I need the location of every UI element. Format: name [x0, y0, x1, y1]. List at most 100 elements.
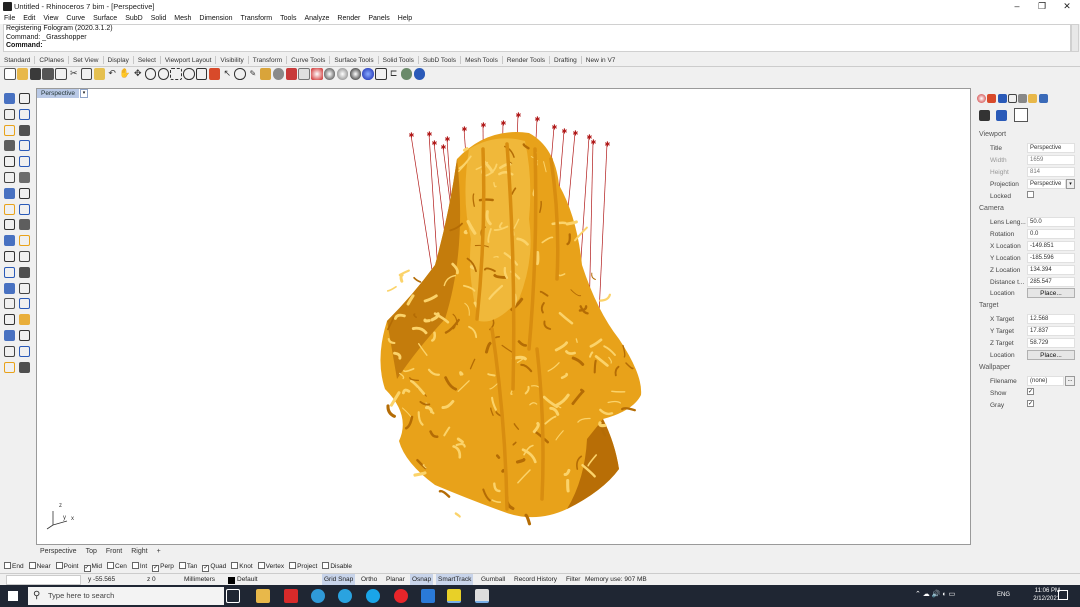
language-indicator[interactable]: ENG	[997, 592, 1010, 598]
menu-panels[interactable]: Panels	[364, 13, 393, 24]
four-viewports-icon[interactable]	[195, 68, 208, 80]
osnap-mid[interactable]: ✓ Mid	[83, 563, 102, 572]
modeling-tool-icon[interactable]	[19, 345, 30, 357]
osnap-knot[interactable]: Knot	[231, 562, 253, 570]
modeling-tool-icon[interactable]	[19, 140, 30, 152]
layers-panel-icon[interactable]	[987, 94, 997, 103]
osnap-int-checkbox[interactable]	[131, 562, 139, 569]
minimize-button[interactable]: –	[1004, 0, 1030, 13]
grasshopper-icon[interactable]	[400, 68, 413, 80]
modeling-tool-icon[interactable]	[19, 219, 30, 231]
tab-perspective[interactable]: Perspective	[40, 548, 77, 555]
projection-dropdown-icon[interactable]: ▾	[1066, 179, 1075, 189]
osnap-int[interactable]: Int	[131, 562, 147, 570]
tab-right[interactable]: Right	[131, 548, 147, 555]
osnap-perp-checkbox[interactable]: ✓	[152, 565, 160, 572]
menu-render[interactable]: Render	[333, 13, 364, 24]
z-target-field[interactable]: 58.729	[1027, 338, 1075, 348]
modeling-tool-icon[interactable]	[4, 298, 15, 310]
x-location-field[interactable]: -149.851	[1027, 241, 1075, 251]
perspective-viewport[interactable]: ✱ ✱ ✱ ✱ ✱ ✱ ✱ ✱ ✱ ✱ ✱ ✱ ✱ ✱ ✱ ✱ z y x	[36, 88, 971, 545]
help-panel-icon[interactable]	[1007, 94, 1017, 103]
tab-standard[interactable]: Standard	[0, 55, 34, 67]
windows-start-icon[interactable]	[8, 591, 18, 601]
copy-icon[interactable]	[80, 68, 93, 80]
gray-checkbox[interactable]: ✓	[1027, 400, 1034, 407]
osnap-mid-checkbox[interactable]: ✓	[83, 565, 91, 572]
print-icon[interactable]	[42, 68, 54, 80]
modeling-tool-icon[interactable]	[4, 140, 15, 152]
light-bulb-icon[interactable]	[272, 68, 285, 80]
pan-hand-icon[interactable]: ✋	[119, 68, 131, 80]
tab-top[interactable]: Top	[86, 548, 97, 555]
modeling-tool-icon[interactable]	[19, 330, 30, 341]
modeling-tool-icon[interactable]	[19, 235, 30, 247]
edge-browser-icon[interactable]	[311, 589, 325, 603]
tab-select[interactable]: Select	[134, 55, 160, 67]
display-panel-icon[interactable]	[997, 94, 1007, 103]
render-panel-icon[interactable]	[1018, 94, 1028, 103]
dimension-icon[interactable]: ⊏	[388, 68, 400, 80]
snap-icon[interactable]	[234, 68, 246, 80]
viewport-properties-icon[interactable]	[1014, 108, 1028, 122]
camera-place-button[interactable]: Place...	[1027, 288, 1075, 298]
modeling-tool-icon[interactable]	[4, 235, 15, 247]
osnap-project-checkbox[interactable]	[289, 562, 297, 569]
modeling-tool-icon[interactable]	[4, 124, 15, 136]
tab-solid-tools[interactable]: Solid Tools	[379, 55, 418, 67]
tab-set-view[interactable]: Set View	[69, 55, 103, 67]
rendered-sphere-icon[interactable]	[336, 68, 349, 80]
y-location-field[interactable]: -185.596	[1027, 253, 1075, 263]
osnap-near-checkbox[interactable]	[28, 562, 36, 569]
arctic-sphere-icon[interactable]	[349, 68, 362, 80]
new-file-icon[interactable]	[4, 68, 16, 80]
menu-file[interactable]: File	[0, 13, 19, 24]
grasshopper-taskbar-icon[interactable]	[447, 589, 461, 603]
tab-new-in-v7[interactable]: New in V7	[582, 55, 620, 67]
modeling-tool-icon[interactable]	[4, 203, 15, 215]
menu-tools[interactable]: Tools	[276, 13, 300, 24]
select-icon[interactable]: ↖	[222, 68, 234, 80]
osnap-near[interactable]: Near	[28, 562, 51, 570]
task-view-icon[interactable]	[226, 589, 240, 603]
material-icon[interactable]	[285, 68, 298, 80]
save-icon[interactable]	[29, 68, 42, 80]
modeling-tool-icon[interactable]	[19, 266, 30, 278]
command-scrollbar[interactable]	[1071, 24, 1079, 52]
notifications-icon[interactable]	[1058, 590, 1068, 600]
menu-curve[interactable]: Curve	[62, 13, 89, 24]
raytraced-sphere-icon[interactable]	[362, 68, 374, 80]
add-viewport-tab[interactable]: +	[157, 548, 161, 555]
y-target-field[interactable]: 17.837	[1027, 326, 1075, 336]
tab-transform[interactable]: Transform	[249, 55, 286, 67]
modeling-tool-icon[interactable]	[4, 187, 15, 199]
lattice-tower-model[interactable]: ✱ ✱✱ ✱✱✱ ✱ ✱✱ ✱✱ ✱ ✱ ✱✱ ✱	[37, 89, 970, 544]
tab-surface-tools[interactable]: Surface Tools	[330, 55, 377, 67]
tab-mesh-tools[interactable]: Mesh Tools	[461, 55, 502, 67]
help-icon[interactable]	[413, 68, 425, 80]
menu-subd[interactable]: SubD	[121, 13, 147, 24]
tab-viewport-layout[interactable]: Viewport Layout	[161, 55, 216, 67]
skype-icon[interactable]	[366, 589, 380, 603]
menu-mesh[interactable]: Mesh	[170, 13, 195, 24]
modeling-tool-icon[interactable]	[19, 93, 30, 104]
system-tray-icons[interactable]: ⌃ ☁ 🔊 ◐ ▭	[915, 590, 955, 598]
osnap-vertex-checkbox[interactable]	[257, 562, 265, 569]
x-target-field[interactable]: 12.568	[1027, 314, 1075, 324]
modeling-tool-icon[interactable]	[4, 172, 15, 183]
telegram-icon[interactable]	[338, 589, 352, 603]
command-prompt[interactable]: Command:	[4, 42, 1070, 51]
maximize-button[interactable]: ❐	[1029, 0, 1055, 13]
material-panel-icon[interactable]	[977, 94, 986, 103]
tab-visibility[interactable]: Visibility	[216, 55, 247, 67]
modeling-tool-icon[interactable]	[4, 156, 15, 168]
modeling-tool-icon[interactable]	[4, 108, 15, 120]
osnap-point-checkbox[interactable]	[55, 562, 63, 569]
layers-icon[interactable]	[259, 68, 272, 80]
modeling-tool-icon[interactable]	[19, 282, 30, 294]
osnap-disable-checkbox[interactable]	[322, 562, 330, 569]
tab-drafting[interactable]: Drafting	[550, 55, 581, 67]
modeling-tool-icon[interactable]	[4, 251, 15, 262]
locked-checkbox[interactable]	[1027, 191, 1034, 198]
osnap-tan[interactable]: Tan	[178, 562, 197, 570]
